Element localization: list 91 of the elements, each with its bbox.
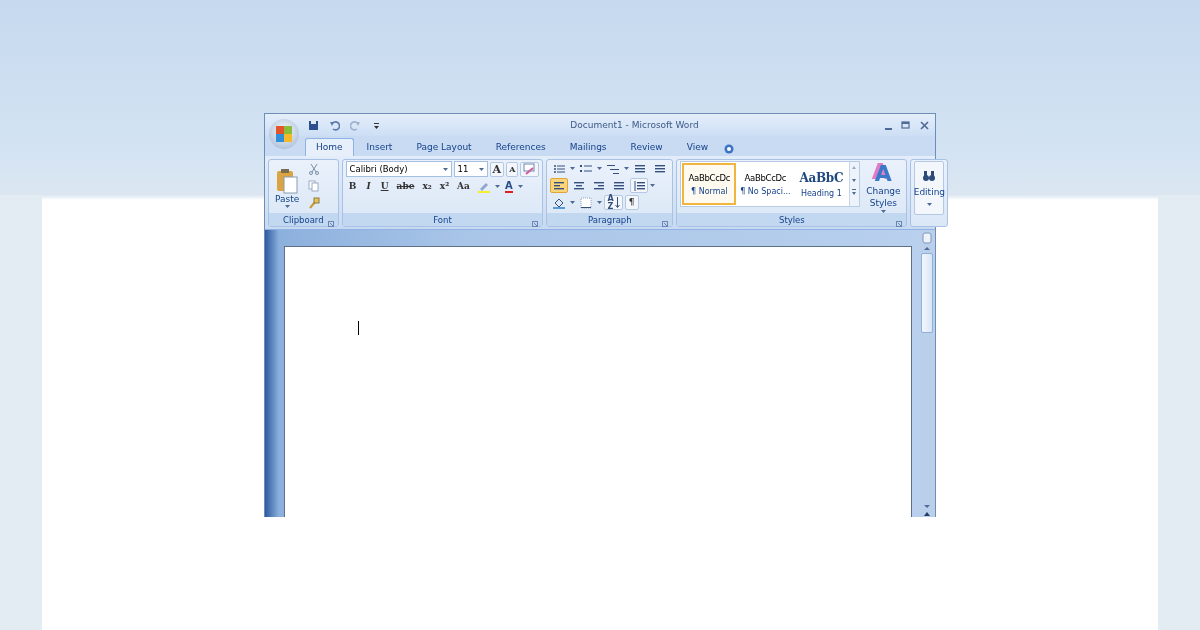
align-center-icon (573, 179, 586, 192)
format-button[interactable]: x₂ (419, 179, 435, 194)
down-arrow-icon (614, 197, 620, 208)
caret-icon (650, 184, 656, 187)
format-button[interactable]: x² (436, 179, 453, 194)
caret-icon (570, 201, 576, 204)
grow-font-button[interactable]: A (489, 161, 505, 177)
ribbon-tab[interactable]: View (675, 138, 720, 156)
align-left-button[interactable] (550, 178, 569, 193)
caret-icon (597, 201, 603, 204)
caret-icon (284, 205, 290, 208)
style-preview: AaBbC (799, 170, 844, 185)
change-styles-button[interactable]: A Change Styles (863, 161, 904, 215)
highlight-icon (477, 180, 490, 193)
line-spacing-button[interactable] (630, 178, 649, 193)
group-label: Clipboard (283, 214, 324, 225)
shading-icon (553, 196, 566, 209)
format-button[interactable]: Aa (454, 179, 473, 194)
align-right-icon (593, 179, 606, 192)
style-preview: AaBbCcDc (744, 172, 787, 183)
office-logo-icon (275, 125, 293, 143)
show-formatting-marks-button[interactable]: ¶ (624, 195, 639, 210)
format-button[interactable]: U (377, 179, 392, 194)
editing-button[interactable]: Editing (914, 161, 945, 215)
save-icon (308, 119, 319, 131)
caret-icon (478, 167, 484, 171)
clear-formatting-icon (523, 163, 537, 175)
maximize-button[interactable] (899, 118, 912, 132)
sort-button[interactable]: A Z (604, 195, 623, 210)
caret-icon (494, 185, 500, 188)
maximize-icon (900, 119, 911, 131)
style-preview: AaBbCcDc (688, 172, 731, 183)
font-color-button[interactable]: A (501, 179, 516, 194)
caret-icon (597, 167, 603, 170)
group-label: Styles (779, 214, 805, 225)
align-justify-icon (613, 179, 626, 192)
scroll-down-icon (923, 504, 931, 509)
minimize-icon (885, 127, 892, 130)
ribbon-tab[interactable]: Mailings (558, 138, 618, 156)
style-swatch[interactable]: AaBbCcDc ¶ Normal (682, 163, 737, 205)
ribbon-tab[interactable]: Page Layout (405, 138, 483, 156)
binoculars-icon (922, 170, 937, 182)
increase-indent-icon (654, 162, 667, 175)
vertical-scrollbar[interactable] (919, 230, 935, 517)
ribbon-tab[interactable]: Insert (355, 138, 404, 156)
redo-icon (350, 119, 361, 131)
numbering-icon (580, 162, 593, 175)
style-name: ¶ Normal (691, 186, 728, 196)
caret-icon (926, 203, 932, 206)
group-label: Font (433, 214, 452, 225)
help-icon (724, 144, 735, 154)
shrink-font-button[interactable]: A (506, 161, 519, 177)
text-cursor (358, 321, 359, 335)
format-button[interactable]: abe (393, 179, 418, 194)
caret-icon (517, 185, 523, 188)
decrease-indent-icon (634, 162, 647, 175)
cut-icon (308, 162, 321, 175)
caret-icon (570, 167, 576, 170)
multilevel-list-icon (607, 162, 620, 175)
font-name-field[interactable]: Calibri (Body) (345, 161, 452, 177)
caret-icon (442, 167, 448, 171)
clipboard-icon (276, 168, 299, 194)
style-name: ¶ No Spaci... (740, 186, 791, 196)
ribbon-tab[interactable]: Review (619, 138, 674, 156)
close-icon (919, 119, 930, 131)
line-spacing-icon (633, 179, 646, 192)
format-button[interactable]: B (345, 179, 360, 194)
copy-icon (308, 179, 321, 192)
undo-icon (329, 119, 340, 131)
launcher-icon (327, 220, 334, 227)
close-button[interactable] (918, 118, 931, 132)
bullets-icon (553, 162, 566, 175)
group-label: Paragraph (588, 214, 632, 225)
ribbon-tab[interactable]: Home (305, 138, 354, 156)
style-name: Heading 1 (800, 188, 842, 198)
launcher-icon (532, 220, 539, 227)
caret-icon (624, 167, 630, 170)
font-size-field[interactable]: 11 (453, 161, 488, 177)
align-left-icon (553, 179, 566, 192)
scroll-up-icon (923, 246, 931, 251)
clear-formatting-button[interactable] (520, 161, 540, 177)
launcher-icon (896, 220, 903, 227)
format-painter-icon (308, 196, 321, 209)
previous-page-icon (923, 511, 931, 517)
borders-icon (580, 196, 593, 209)
ruler-toggle-icon (922, 232, 932, 244)
window-title: Document1 - Microsoft Word (569, 120, 700, 130)
scroll-thumb[interactable] (921, 253, 933, 333)
launcher-icon (662, 220, 669, 227)
ribbon-tab[interactable]: References (484, 138, 557, 156)
format-button[interactable]: I (361, 179, 376, 194)
